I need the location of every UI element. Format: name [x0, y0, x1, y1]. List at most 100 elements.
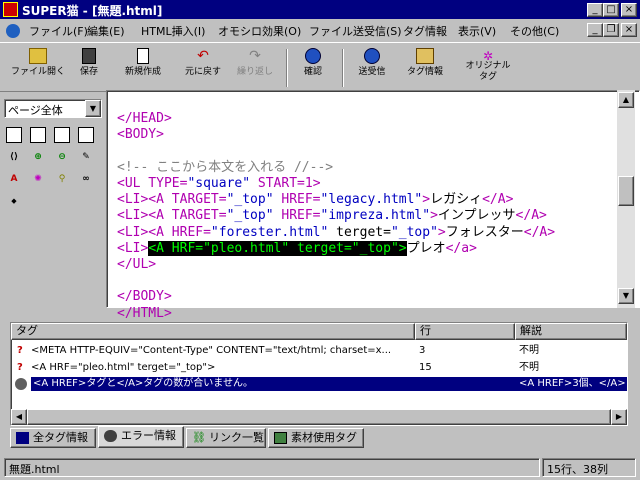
html-editor[interactable]: </HEAD> <BODY> <!-- ここから本文を入れる //--> <UL T… — [106, 90, 640, 321]
zoom-out-icon[interactable]: ⊖ — [54, 149, 70, 165]
undo-button[interactable]: ↶ 元に戻す — [180, 46, 226, 78]
code-line: <LI><A HREF="forester.html" terget="_top… — [117, 225, 555, 241]
transfer-button[interactable]: 送受信 — [350, 46, 394, 78]
save-label: 保存 — [79, 67, 98, 77]
code-token: </BODY> — [117, 289, 172, 305]
zoom-in-icon[interactable]: ⊕ — [30, 149, 46, 165]
column-header-description[interactable]: 解説 — [515, 323, 627, 340]
table-row[interactable]: ? <META HTTP-EQUIV="Content-Type" CONTEN… — [11, 343, 627, 359]
info-tabs: 全タグ情報 エラー情報 ⛓ リンク一覧 素材使用タグ — [10, 426, 630, 448]
code-line: <BODY> — [117, 127, 555, 143]
code-token: </A> — [482, 192, 514, 208]
redo-icon: ↷ — [249, 48, 261, 64]
bug-icon — [104, 430, 117, 442]
redo-button[interactable]: ↷ 繰り返し — [232, 46, 278, 78]
scroll-thumb[interactable] — [618, 176, 634, 206]
tab-assets[interactable]: 素材使用タグ — [268, 428, 364, 448]
row-description: 不明 — [519, 362, 539, 373]
tab-links-label: リンク一覧 — [209, 431, 264, 444]
doc-minimize-button[interactable]: _ — [587, 23, 603, 37]
row-line: 3 — [419, 345, 426, 356]
table-row[interactable]: ? <A HRF="pleo.html" terget="_top"> 15 不… — [11, 360, 627, 376]
doc-close-button[interactable]: × — [621, 23, 637, 37]
h1-tag-icon[interactable] — [6, 127, 22, 143]
row-tag: <A HREF>タグと</A>タグの数が合いません。 — [33, 377, 413, 391]
minimize-button[interactable]: _ — [587, 3, 603, 17]
code-token: </A> — [515, 208, 547, 224]
editor-text[interactable]: </HEAD> <BODY> <!-- ここから本文を入れる //--> <UL T… — [117, 95, 555, 354]
page-scope-select[interactable]: ページ全体 ▼ — [4, 99, 102, 118]
column-header-tag[interactable]: タグ — [11, 323, 415, 340]
h3-tag-icon[interactable] — [54, 127, 70, 143]
code-token: <LI><A TARGET= — [117, 192, 227, 208]
table-row-selected[interactable]: <A HREF>タグと</A>タグの数が合いません。 <A HREF>3個、</… — [11, 377, 627, 391]
tab-assets-label: 素材使用タグ — [291, 431, 357, 444]
row-tag: <A HRF="pleo.html" terget="_top"> — [31, 362, 216, 373]
menu-edit[interactable]: 編集(E) — [87, 23, 125, 39]
code-line: <LI><A HRF="pleo.html" terget="_top">プレオ… — [117, 240, 555, 257]
menu-effects[interactable]: オモシロ効果(O) — [218, 23, 301, 39]
code-line: <!-- ここから本文を入れる //--> — [117, 160, 555, 176]
new-file-label: 新規作成 — [124, 67, 161, 77]
all-tags-icon[interactable]: A — [6, 171, 22, 187]
left-panel: ページ全体 ▼ ⟨⟩ ⊕ ⊖ ✎ A ✺ ⚲ ∞ ◆ — [0, 95, 106, 310]
tab-errors[interactable]: エラー情報 — [98, 426, 184, 448]
binoculars-icon[interactable]: ∞ — [78, 171, 94, 187]
h2-tag-icon[interactable] — [30, 127, 46, 143]
code-token: </HTML> — [117, 305, 172, 321]
code-tag-icon[interactable]: ⟨⟩ — [6, 149, 22, 165]
original-tag-button[interactable]: ✲ オリジナル タグ — [460, 46, 516, 83]
confirm-button[interactable]: 確認 — [296, 46, 330, 78]
close-button[interactable]: × — [621, 3, 637, 17]
open-file-button[interactable]: ファイル開く — [10, 46, 66, 78]
scroll-right-icon[interactable]: ▶ — [611, 409, 627, 425]
h-scroll-thumb[interactable] — [27, 409, 611, 425]
code-line: </UL> — [117, 257, 555, 273]
floppy-icon — [82, 48, 96, 64]
new-file-button[interactable]: 新規作成 — [116, 46, 170, 78]
save-button[interactable]: 保存 — [72, 46, 106, 78]
eraser-icon[interactable]: ✎ — [78, 149, 94, 165]
magic-wand-icon[interactable]: ⚲ — [54, 171, 70, 187]
menu-file[interactable]: ファイル(F) — [29, 23, 88, 39]
tab-links[interactable]: ⛓ リンク一覧 — [186, 428, 266, 448]
code-token: HREF= — [273, 208, 321, 224]
code-line: </BODY> — [117, 289, 555, 305]
confirm-label: 確認 — [303, 67, 322, 77]
menu-html-insert[interactable]: HTML挿入(I) — [141, 23, 205, 39]
scroll-down-icon[interactable]: ▼ — [618, 288, 634, 304]
chevron-down-icon[interactable]: ▼ — [85, 100, 101, 117]
code-line: <UL TYPE="square" START=1> — [117, 176, 555, 192]
column-header-line[interactable]: 行 — [415, 323, 515, 340]
maximize-button[interactable]: □ — [603, 3, 619, 17]
tag-list-icon — [16, 432, 29, 444]
menu-transfer[interactable]: ファイル送受信(S) — [309, 23, 402, 39]
sample-tag-icon[interactable]: ◆ — [6, 193, 22, 209]
horizontal-scrollbar[interactable]: ◀ ▶ — [11, 409, 627, 425]
color-palette-icon[interactable]: ✺ — [30, 171, 46, 187]
menu-bar: ファイル(F) 編集(E) HTML挿入(I) オモシロ効果(O) ファイル送受… — [0, 20, 640, 40]
tab-all-tags[interactable]: 全タグ情報 — [10, 428, 96, 448]
scroll-up-icon[interactable]: ▲ — [618, 92, 634, 108]
menu-view[interactable]: 表示(V) — [458, 23, 496, 39]
app-icon[interactable] — [3, 2, 18, 17]
doc-icon[interactable] — [6, 24, 20, 38]
code-token: HREF= — [273, 192, 321, 208]
open-file-label: ファイル開く — [10, 67, 65, 77]
code-string: "_top" — [390, 224, 438, 240]
code-token: > — [430, 208, 438, 224]
doc-restore-button[interactable]: ❐ — [603, 23, 619, 37]
image-icon — [274, 432, 287, 444]
row-description: 不明 — [519, 345, 539, 356]
code-token: > — [422, 192, 431, 208]
scroll-left-icon[interactable]: ◀ — [11, 409, 27, 425]
menu-tag-info[interactable]: タグ情報 — [403, 23, 447, 39]
menu-other[interactable]: その他(C) — [510, 23, 559, 39]
window-title: SUPER猫 - [無題.html] — [22, 4, 163, 18]
code-token: > — [437, 224, 446, 240]
tag-info-button[interactable]: タグ情報 — [400, 46, 450, 78]
code-token: <BODY> — [117, 127, 164, 143]
tab-all-tags-label: 全タグ情報 — [33, 431, 88, 444]
h4-tag-icon[interactable] — [78, 127, 94, 143]
editor-scrollbar[interactable]: ▲ ▼ — [617, 90, 635, 308]
